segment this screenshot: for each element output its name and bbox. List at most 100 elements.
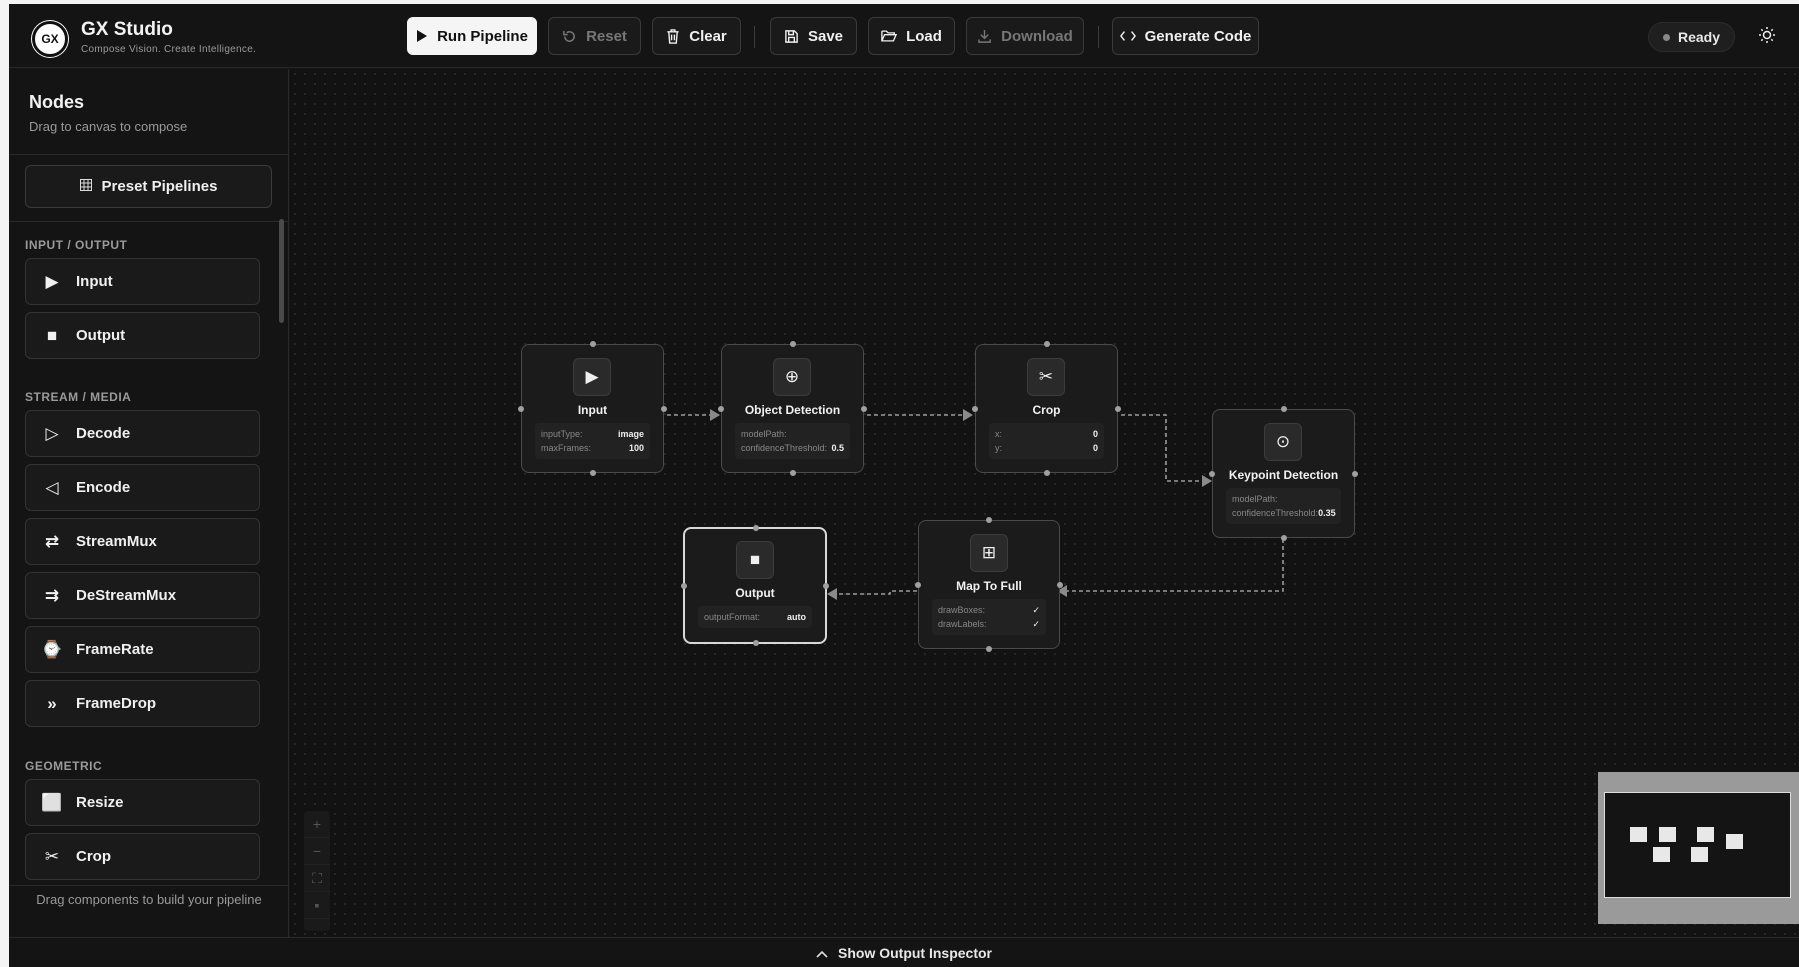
reset-button[interactable]: Reset <box>548 17 641 55</box>
port-bottom[interactable] <box>1281 535 1287 541</box>
port-left[interactable] <box>718 406 724 412</box>
palette-item-label: Input <box>76 273 113 290</box>
preset-pipelines-button[interactable]: Preset Pipelines <box>25 165 272 208</box>
port-top[interactable] <box>1044 341 1050 347</box>
square-icon: ⬜ <box>41 792 63 812</box>
sidebar-scrollbar[interactable] <box>279 219 284 323</box>
port-top[interactable] <box>986 517 992 523</box>
palette-item-encode[interactable]: ◁ Encode <box>25 464 260 511</box>
output-inspector-toggle[interactable]: Show Output Inspector <box>9 937 1799 967</box>
port-bottom[interactable] <box>1044 470 1050 476</box>
sun-icon <box>1758 26 1776 49</box>
load-label: Load <box>906 27 942 45</box>
param-value[interactable]: 0 <box>1093 441 1098 455</box>
graph-node-keypoint-detection[interactable]: ⊙ Keypoint Detection modelPath: confiden… <box>1209 406 1358 541</box>
clear-button[interactable]: Clear <box>652 17 741 55</box>
minimap-node <box>1630 827 1647 842</box>
status-dot-icon <box>1663 33 1670 41</box>
theme-toggle-button[interactable] <box>1751 22 1783 52</box>
param-key: modelPath: <box>741 429 787 439</box>
download-button[interactable]: Download <box>966 17 1084 55</box>
param-value[interactable]: ✓ <box>1032 603 1040 617</box>
port-right[interactable] <box>1057 582 1063 588</box>
scissors-icon: ✂ <box>1027 358 1065 396</box>
palette-item-resize[interactable]: ⬜ Resize <box>25 779 260 826</box>
port-left[interactable] <box>972 406 978 412</box>
graph-node-map-to-full[interactable]: ⊞ Map To Full drawBoxes: ✓ drawLabels: ✓ <box>915 517 1063 652</box>
param-value[interactable]: image <box>618 427 644 441</box>
app-tagline: Compose Vision. Create Intelligence. <box>81 44 257 55</box>
generate-code-button[interactable]: Generate Code <box>1112 17 1259 55</box>
port-bottom[interactable] <box>986 646 992 652</box>
palette-item-framedrop[interactable]: » FrameDrop <box>25 680 260 727</box>
palette-item-framerate[interactable]: ⌚ FrameRate <box>25 626 260 673</box>
graph-node-crop[interactable]: ✂ Crop x: 0 y: 0 <box>972 341 1121 476</box>
port-right[interactable] <box>661 406 667 412</box>
load-button[interactable]: Load <box>868 17 955 55</box>
lock-icon[interactable]: ▪ <box>304 892 330 919</box>
node-title: Input <box>577 403 608 417</box>
port-bottom[interactable] <box>790 470 796 476</box>
param-value[interactable]: 0 <box>1093 427 1098 441</box>
reset-label: Reset <box>586 27 627 45</box>
port-top[interactable] <box>753 525 759 531</box>
edge-mapfull-to-output[interactable] <box>827 588 917 600</box>
palette-item-destreammux[interactable]: ⇉ DeStreamMux <box>25 572 260 619</box>
node-title: Output <box>735 586 775 600</box>
palette-item-decode[interactable]: ▷ Decode <box>25 410 260 457</box>
port-right[interactable] <box>861 406 867 412</box>
minimap-node <box>1653 847 1670 862</box>
palette-item-crop[interactable]: ✂ Crop <box>25 833 260 880</box>
graph-node-object-detection[interactable]: ⊕ Object Detection modelPath: confidence… <box>718 341 867 476</box>
param-key: confidenceThreshold: <box>741 443 828 453</box>
port-bottom[interactable] <box>590 470 596 476</box>
palette-item-input[interactable]: ▶ Input <box>25 258 260 305</box>
node-params: modelPath: confidenceThreshold: 0.5 <box>735 423 850 459</box>
run-pipeline-button[interactable]: Run Pipeline <box>407 17 537 55</box>
palette-item-label: FrameDrop <box>76 695 157 712</box>
app-window: GX GX Studio Compose Vision. Create Inte… <box>9 4 1799 967</box>
port-top[interactable] <box>1281 406 1287 412</box>
palette-item-label: Decode <box>76 425 131 442</box>
node-params: drawBoxes: ✓ drawLabels: ✓ <box>932 599 1046 635</box>
download-label: Download <box>1001 27 1073 45</box>
port-left[interactable] <box>1209 471 1215 477</box>
preset-pipelines-label: Preset Pipelines <box>101 178 218 195</box>
crosshair-icon: ⊕ <box>773 358 811 396</box>
param-value[interactable]: 100 <box>629 441 644 455</box>
param-value[interactable]: auto <box>787 610 806 624</box>
edge-crop-to-keypoint[interactable] <box>1121 414 1212 487</box>
category-geometric: GEOMETRIC <box>25 759 103 773</box>
port-right[interactable] <box>1115 406 1121 412</box>
graph-node-output[interactable]: ■ Output outputFormat: auto <box>681 525 829 646</box>
floppy-disk-icon <box>784 29 799 44</box>
zoom-out-icon[interactable]: − <box>304 838 330 865</box>
fit-view-icon[interactable]: ⛶ <box>304 865 330 892</box>
table-icon <box>79 178 92 195</box>
param-value[interactable]: 0.5 <box>831 441 844 455</box>
port-top[interactable] <box>790 341 796 347</box>
graph-node-input[interactable]: ▶ Input inputType: image maxFrames: 100 <box>518 341 667 476</box>
port-left[interactable] <box>681 583 687 589</box>
minimap-viewport[interactable] <box>1604 792 1791 898</box>
palette-item-output[interactable]: ■ Output <box>25 312 260 359</box>
zoom-in-icon[interactable]: + <box>304 811 330 838</box>
param-value[interactable]: ✓ <box>1032 617 1040 631</box>
code-icon <box>1119 30 1136 42</box>
save-button[interactable]: Save <box>770 17 857 55</box>
minimap[interactable] <box>1598 772 1799 924</box>
port-right[interactable] <box>823 583 829 589</box>
node-title: Object Detection <box>744 403 841 417</box>
node-params: inputType: image maxFrames: 100 <box>535 423 650 459</box>
param-key: y: <box>995 443 1003 453</box>
port-top[interactable] <box>590 341 596 347</box>
port-left[interactable] <box>518 406 524 412</box>
edge-keypoint-to-mapfull[interactable] <box>1057 539 1284 597</box>
port-right[interactable] <box>1352 471 1358 477</box>
port-bottom[interactable] <box>753 640 759 646</box>
port-left[interactable] <box>915 582 921 588</box>
palette-item-streammux[interactable]: ⇄ StreamMux <box>25 518 260 565</box>
pipeline-canvas[interactable]: ▶ Input inputType: image maxFrames: 100 ⊕ … <box>290 69 1799 937</box>
param-value[interactable]: 0.35 <box>1318 506 1336 520</box>
node-palette-sidebar: Nodes Drag to canvas to compose Preset P… <box>9 69 289 937</box>
